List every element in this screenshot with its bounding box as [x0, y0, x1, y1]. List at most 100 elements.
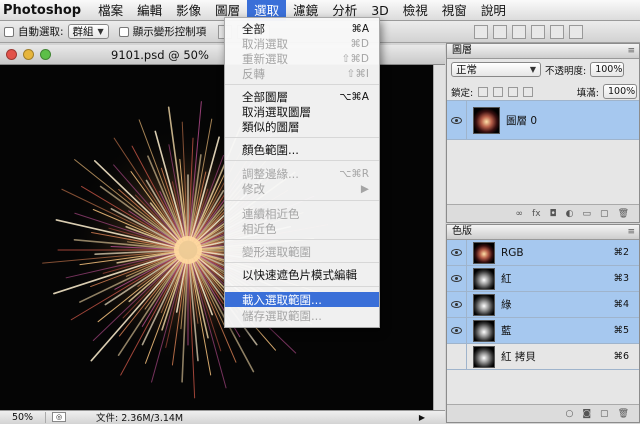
- channel-row[interactable]: 紅 ⌘3: [447, 265, 639, 292]
- menu-edit[interactable]: 編輯: [130, 0, 169, 21]
- minimize-window-button[interactable]: [23, 49, 34, 60]
- tab-channels[interactable]: 色版 ≡: [447, 225, 639, 240]
- layers-panel: 圖層 ≡ 正常 ▼ 不透明度: 100% 鎖定: 填滿: 100% 圖層 0 ∞ f…: [446, 43, 640, 223]
- menu-item-deselect-layers[interactable]: 取消選取圖層: [225, 104, 379, 119]
- auto-select-checkbox[interactable]: [4, 26, 14, 37]
- distribute-icon[interactable]: [474, 24, 489, 39]
- trash-icon[interactable]: 🗑: [618, 209, 629, 219]
- panel-menu-icon[interactable]: ≡: [627, 225, 635, 239]
- close-window-button[interactable]: [6, 49, 17, 60]
- visibility-eye-icon[interactable]: [447, 291, 467, 318]
- channel-row[interactable]: 綠 ⌘4: [447, 291, 639, 318]
- menu-item-similar: 相近色: [225, 221, 379, 236]
- adjustment-layer-icon[interactable]: ◐: [566, 209, 574, 219]
- menu-window[interactable]: 視窗: [435, 0, 474, 21]
- layer-name[interactable]: 圖層 0: [506, 113, 537, 128]
- blend-mode-dropdown[interactable]: 正常 ▼: [451, 62, 541, 77]
- menu-separator: [225, 160, 379, 161]
- transform-controls-checkbox[interactable]: [118, 26, 129, 37]
- app-menu[interactable]: Photoshop: [0, 3, 91, 18]
- layer-options-row: 正常 ▼ 不透明度: 100%: [451, 62, 625, 77]
- tab-layers[interactable]: 圖層 ≡: [447, 44, 639, 59]
- menu-item-color-range[interactable]: 顏色範圍...: [225, 142, 379, 157]
- menu-item-deselect: 取消選取 ⌘D: [225, 36, 379, 51]
- visibility-toggle[interactable]: [447, 343, 467, 370]
- lock-pixels-icon[interactable]: [493, 86, 504, 97]
- submenu-arrow-icon: ▶: [360, 182, 369, 195]
- lock-row: 鎖定: 填滿: 100%: [451, 84, 637, 99]
- menu-item-shortcut: ⇧⌘D: [341, 52, 369, 65]
- status-bar: 50% ◎ 文件: 2.36M/3.14M ▶: [0, 410, 445, 424]
- menu-item-all-layers[interactable]: 全部圖層 ⌥⌘A: [225, 89, 379, 104]
- visibility-eye-icon[interactable]: [447, 317, 467, 344]
- panel-menu-icon[interactable]: ≡: [627, 44, 635, 58]
- distribute-icon[interactable]: [550, 24, 565, 39]
- load-channel-selection-icon[interactable]: ○: [565, 409, 573, 419]
- menu-item-load-selection[interactable]: 載入選取範圍...: [225, 292, 379, 307]
- fill-label: 填滿:: [576, 87, 599, 99]
- menu-separator: [225, 84, 379, 85]
- menu-item-label: 全部圖層: [242, 89, 288, 104]
- channel-shortcut: ⌘2: [613, 247, 629, 258]
- menu-item-label: 儲存選取範圍...: [242, 308, 322, 323]
- channel-name: 紅: [501, 273, 512, 285]
- new-group-icon[interactable]: ▭: [583, 209, 592, 219]
- navigator-icon[interactable]: ◎: [52, 412, 66, 422]
- distribute-icon[interactable]: [531, 24, 546, 39]
- menu-item-modify: 修改 ▶: [225, 181, 379, 196]
- channel-thumbnail: [473, 241, 495, 264]
- visibility-eye-icon[interactable]: [447, 265, 467, 292]
- distribute-icon[interactable]: [569, 24, 584, 39]
- trash-icon[interactable]: 🗑: [618, 409, 629, 419]
- channel-row[interactable]: 紅 拷貝 ⌘6: [447, 343, 639, 370]
- channel-shortcut: ⌘3: [613, 273, 629, 284]
- transform-controls-label: 顯示變形控制項: [132, 26, 207, 38]
- lock-transparent-icon[interactable]: [478, 86, 489, 97]
- vertical-scrollbar[interactable]: [433, 65, 445, 410]
- channel-thumbnail: [473, 293, 495, 316]
- add-mask-icon[interactable]: ◘: [550, 209, 557, 219]
- channel-shortcut: ⌘6: [613, 351, 629, 362]
- channel-name: 藍: [501, 325, 512, 337]
- channel-thumbnail: [473, 319, 495, 342]
- select-menu-dropdown: 全部 ⌘A 取消選取 ⌘D 重新選取 ⇧⌘D 反轉 ⇧⌘I 全部圖層 ⌥⌘A 取消選取圖層…: [224, 17, 380, 328]
- channels-panel: 色版 ≡ RGB ⌘2 紅 ⌘3 綠 ⌘4 藍 ⌘5 紅 拷貝 ⌘6 ○ ◙ ▢ …: [446, 224, 640, 423]
- channel-thumbnail: [473, 345, 495, 368]
- menu-separator: [225, 239, 379, 240]
- layer-style-icon[interactable]: fx: [532, 209, 541, 219]
- visibility-eye-icon[interactable]: [447, 100, 467, 140]
- zoom-level[interactable]: 50%: [0, 411, 46, 423]
- menu-view[interactable]: 檢視: [396, 0, 435, 21]
- menu-separator: [225, 137, 379, 138]
- channel-row[interactable]: RGB ⌘2: [447, 239, 639, 266]
- link-layers-icon[interactable]: ∞: [516, 209, 524, 219]
- menu-item-similar-layers[interactable]: 類似的圖層: [225, 119, 379, 134]
- new-channel-icon[interactable]: ▢: [600, 409, 609, 419]
- auto-select-dropdown[interactable]: 群組 ▼: [67, 24, 109, 39]
- fill-input[interactable]: 100%: [603, 84, 637, 99]
- chevron-down-icon: ▼: [97, 27, 104, 36]
- save-selection-channel-icon[interactable]: ◙: [582, 409, 591, 419]
- menu-item-label: 連續相近色: [242, 206, 300, 221]
- lock-position-icon[interactable]: [508, 86, 519, 97]
- distribute-icon[interactable]: [493, 24, 508, 39]
- menu-image[interactable]: 影像: [169, 0, 208, 21]
- menu-help[interactable]: 說明: [474, 0, 513, 21]
- new-layer-icon[interactable]: ▢: [600, 209, 609, 219]
- arrow-right-icon[interactable]: ▶: [419, 413, 425, 422]
- layer-row[interactable]: 圖層 0: [447, 100, 639, 140]
- lock-all-icon[interactable]: [523, 86, 534, 97]
- zoom-window-button[interactable]: [40, 49, 51, 60]
- menu-item-shortcut: ⌘A: [351, 22, 369, 35]
- channel-row[interactable]: 藍 ⌘5: [447, 317, 639, 344]
- opacity-input[interactable]: 100%: [590, 62, 625, 77]
- distribute-icon[interactable]: [512, 24, 527, 39]
- menu-item-quick-mask[interactable]: 以快速遮色片模式編輯: [225, 267, 379, 282]
- menu-file[interactable]: 檔案: [91, 0, 130, 21]
- menu-item-shortcut: ⌥⌘R: [339, 167, 369, 180]
- channel-shortcut: ⌘4: [613, 299, 629, 310]
- menu-item-select-all[interactable]: 全部 ⌘A: [225, 21, 379, 36]
- visibility-eye-icon[interactable]: [447, 239, 467, 266]
- tab-label: 色版: [452, 226, 472, 237]
- tab-label: 圖層: [452, 45, 472, 56]
